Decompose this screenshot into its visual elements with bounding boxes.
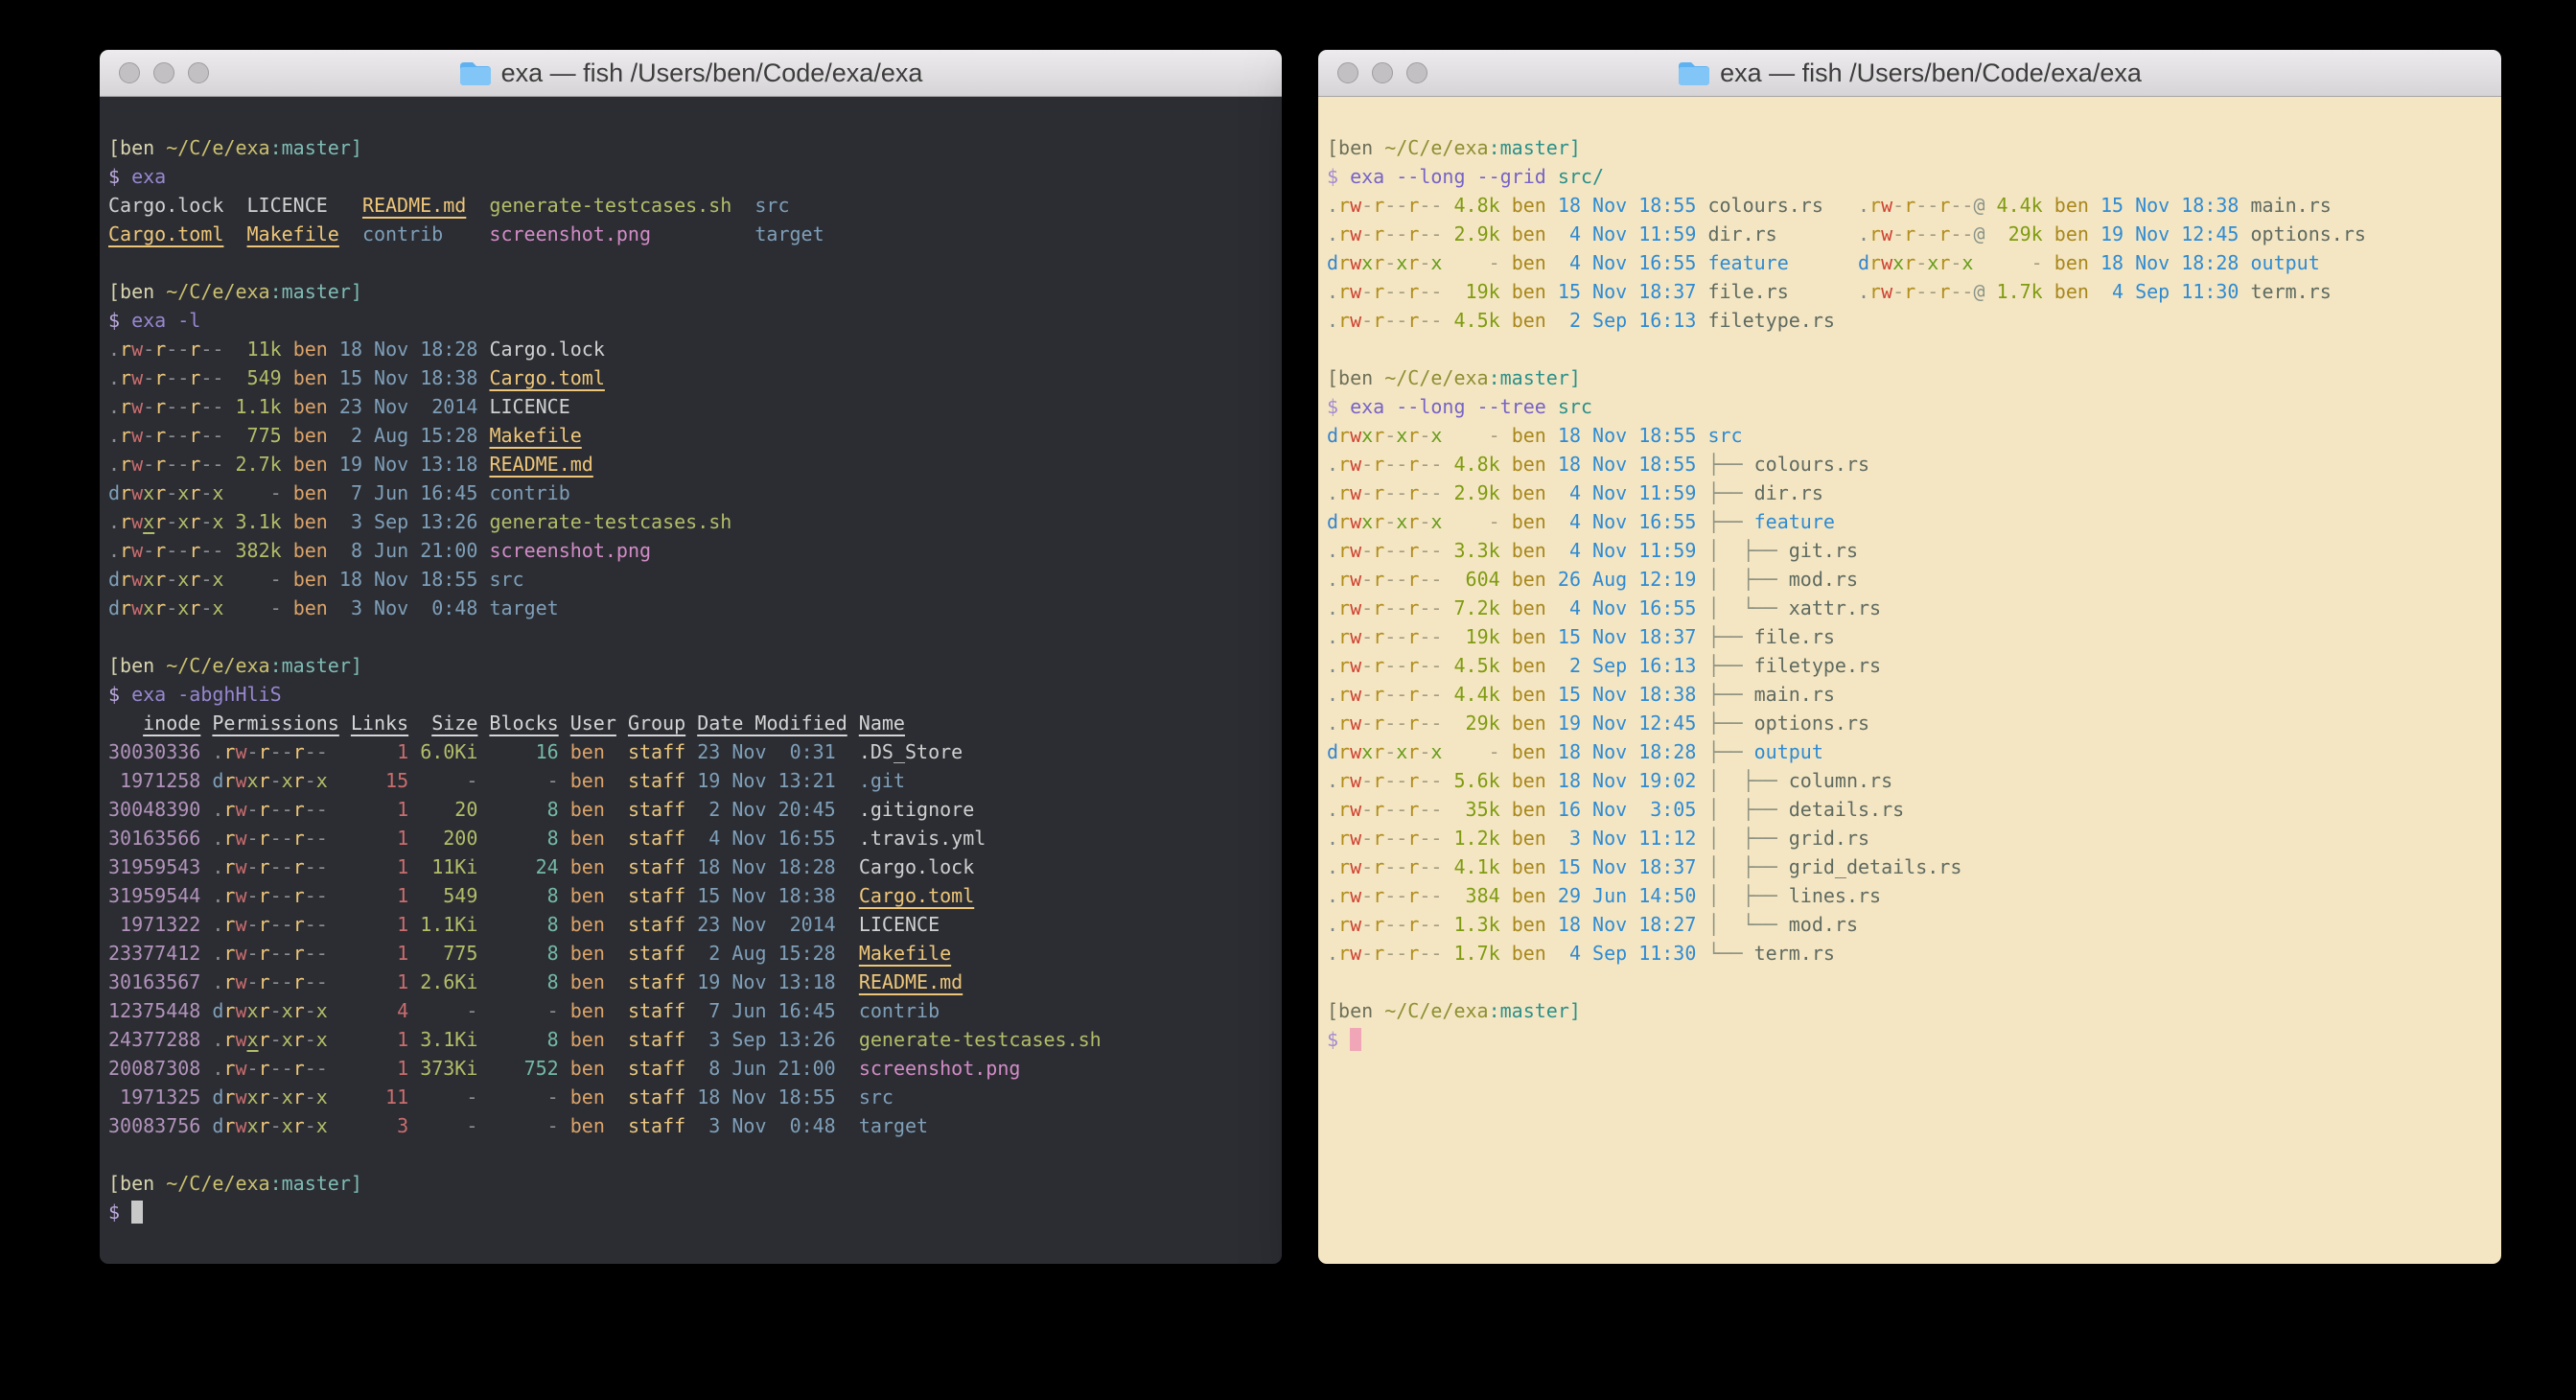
- folder-icon: [459, 60, 492, 86]
- terminal-line: .rw-r--r-- 549 ben 15 Nov 18:38 Cargo.to…: [108, 363, 1282, 392]
- terminal-line: [108, 622, 1282, 651]
- terminal-line: .rw-r--r-- 2.7k ben 19 Nov 13:18 README.…: [108, 450, 1282, 478]
- terminal-line: .rw-r--r-- 1.7k ben 4 Sep 11:30 └── term…: [1327, 939, 2501, 968]
- terminal-content-dark[interactable]: [ben ~/C/e/exa:master]$ exaCargo.lock LI…: [100, 97, 1282, 1264]
- terminal-line: .rw-r--r-- 4.8k ben 18 Nov 18:55 ├── col…: [1327, 450, 2501, 478]
- window-titlebar[interactable]: exa — fish /Users/ben/Code/exa/exa: [1318, 50, 2501, 97]
- terminal-line: [ben ~/C/e/exa:master]: [108, 133, 1282, 162]
- terminal-line: [ben ~/C/e/exa:master]: [1327, 133, 2501, 162]
- terminal-line: drwxr-xr-x - ben 4 Nov 16:55 feature drw…: [1327, 248, 2501, 277]
- terminal-line: [ben ~/C/e/exa:master]: [108, 277, 1282, 306]
- terminal-line: drwxr-xr-x - ben 3 Nov 0:48 target: [108, 594, 1282, 622]
- terminal-line: $ exa --long --tree src: [1327, 392, 2501, 421]
- zoom-button[interactable]: [188, 62, 209, 83]
- terminal-line: [ben ~/C/e/exa:master]: [108, 651, 1282, 680]
- terminal-line: 30030336 .rw-r--r-- 1 6.0Ki 16 ben staff…: [108, 737, 1282, 766]
- terminal-line: .rw-r--r-- 384 ben 29 Jun 14:50 │ ├── li…: [1327, 881, 2501, 910]
- terminal-line: 1971325 drwxr-xr-x 11 - - ben staff 18 N…: [108, 1083, 1282, 1111]
- terminal-line: .rw-r--r-- 4.5k ben 2 Sep 16:13 ├── file…: [1327, 651, 2501, 680]
- terminal-line: $: [108, 1198, 1282, 1226]
- terminal-line: .rw-r--r-- 604 ben 26 Aug 12:19 │ ├── mo…: [1327, 565, 2501, 594]
- terminal-line: $: [1327, 1025, 2501, 1054]
- terminal-line: .rw-r--r-- 1.2k ben 3 Nov 11:12 │ ├── gr…: [1327, 824, 2501, 852]
- minimize-button[interactable]: [153, 62, 174, 83]
- terminal-line: 23377412 .rw-r--r-- 1 775 8 ben staff 2 …: [108, 939, 1282, 968]
- terminal-line: .rw-r--r-- 2.9k ben 4 Nov 11:59 ├── dir.…: [1327, 478, 2501, 507]
- terminal-line: .rw-r--r-- 11k ben 18 Nov 18:28 Cargo.lo…: [108, 335, 1282, 363]
- terminal-line: [ben ~/C/e/exa:master]: [108, 1169, 1282, 1198]
- zoom-button[interactable]: [1406, 62, 1427, 83]
- close-button[interactable]: [1337, 62, 1358, 83]
- terminal-line: $ exa -abghHliS: [108, 680, 1282, 709]
- terminal-line: .rw-r--r-- 1.3k ben 18 Nov 18:27 │ └── m…: [1327, 910, 2501, 939]
- terminal-window-dark[interactable]: exa — fish /Users/ben/Code/exa/exa [ben …: [100, 50, 1282, 1264]
- terminal-line: [1327, 968, 2501, 996]
- terminal-line: 1971258 drwxr-xr-x 15 - - ben staff 19 N…: [108, 766, 1282, 795]
- terminal-line: .rw-r--r-- 19k ben 15 Nov 18:37 ├── file…: [1327, 622, 2501, 651]
- terminal-line: 20087308 .rw-r--r-- 1 373Ki 752 ben staf…: [108, 1054, 1282, 1083]
- terminal-line: 24377288 .rwxr-xr-x 1 3.1Ki 8 ben staff …: [108, 1025, 1282, 1054]
- terminal-line: $ exa -l: [108, 306, 1282, 335]
- terminal-cursor: [1350, 1028, 1361, 1051]
- terminal-line: .rwxr-xr-x 3.1k ben 3 Sep 13:26 generate…: [108, 507, 1282, 536]
- terminal-line: $ exa: [108, 162, 1282, 191]
- terminal-content-light[interactable]: [ben ~/C/e/exa:master]$ exa --long --gri…: [1318, 97, 2501, 1264]
- terminal-line: Cargo.lock LICENCE README.md generate-te…: [108, 191, 1282, 220]
- terminal-line: 31959544 .rw-r--r-- 1 549 8 ben staff 15…: [108, 881, 1282, 910]
- terminal-line: 30083756 drwxr-xr-x 3 - - ben staff 3 No…: [108, 1111, 1282, 1140]
- terminal-line: [108, 248, 1282, 277]
- terminal-line: .rw-r--r-- 35k ben 16 Nov 3:05 │ ├── det…: [1327, 795, 2501, 824]
- terminal-line: .rw-r--r-- 382k ben 8 Jun 21:00 screensh…: [108, 536, 1282, 565]
- terminal-line: drwxr-xr-x - ben 18 Nov 18:55 src: [1327, 421, 2501, 450]
- terminal-line: Cargo.toml Makefile contrib screenshot.p…: [108, 220, 1282, 248]
- terminal-line: .rw-r--r-- 29k ben 19 Nov 12:45 ├── opti…: [1327, 709, 2501, 737]
- terminal-line: [ben ~/C/e/exa:master]: [1327, 363, 2501, 392]
- terminal-line: 31959543 .rw-r--r-- 1 11Ki 24 ben staff …: [108, 852, 1282, 881]
- terminal-line: 1971322 .rw-r--r-- 1 1.1Ki 8 ben staff 2…: [108, 910, 1282, 939]
- terminal-line: 30163566 .rw-r--r-- 1 200 8 ben staff 4 …: [108, 824, 1282, 852]
- terminal-line: inode Permissions Links Size Blocks User…: [108, 709, 1282, 737]
- terminal-line: [ben ~/C/e/exa:master]: [1327, 996, 2501, 1025]
- terminal-line: .rw-r--r-- 4.4k ben 15 Nov 18:38 ├── mai…: [1327, 680, 2501, 709]
- terminal-line: [108, 1140, 1282, 1169]
- terminal-line: $ exa --long --grid src/: [1327, 162, 2501, 191]
- terminal-line: [1327, 335, 2501, 363]
- terminal-line: .rw-r--r-- 2.9k ben 4 Nov 11:59 dir.rs .…: [1327, 220, 2501, 248]
- terminal-line: .rw-r--r-- 7.2k ben 4 Nov 16:55 │ └── xa…: [1327, 594, 2501, 622]
- terminal-line: 12375448 drwxr-xr-x 4 - - ben staff 7 Ju…: [108, 996, 1282, 1025]
- terminal-line: 30163567 .rw-r--r-- 1 2.6Ki 8 ben staff …: [108, 968, 1282, 996]
- window-titlebar[interactable]: exa — fish /Users/ben/Code/exa/exa: [100, 50, 1282, 97]
- terminal-line: .rw-r--r-- 775 ben 2 Aug 15:28 Makefile: [108, 421, 1282, 450]
- window-title: exa — fish /Users/ben/Code/exa/exa: [501, 58, 923, 88]
- terminal-line: drwxr-xr-x - ben 4 Nov 16:55 ├── feature: [1327, 507, 2501, 536]
- traffic-lights: [119, 50, 209, 96]
- folder-icon: [1678, 60, 1710, 86]
- traffic-lights: [1337, 50, 1427, 96]
- terminal-cursor: [131, 1201, 143, 1224]
- terminal-line: 30048390 .rw-r--r-- 1 20 8 ben staff 2 N…: [108, 795, 1282, 824]
- desktop: { "desktop": {"background": "#000000"}, …: [0, 0, 2576, 1400]
- terminal-line: .rw-r--r-- 4.8k ben 18 Nov 18:55 colours…: [1327, 191, 2501, 220]
- terminal-line: .rw-r--r-- 3.3k ben 4 Nov 11:59 │ ├── gi…: [1327, 536, 2501, 565]
- window-title: exa — fish /Users/ben/Code/exa/exa: [1720, 58, 2142, 88]
- close-button[interactable]: [119, 62, 140, 83]
- terminal-line: .rw-r--r-- 19k ben 15 Nov 18:37 file.rs …: [1327, 277, 2501, 306]
- minimize-button[interactable]: [1372, 62, 1393, 83]
- terminal-line: .rw-r--r-- 4.1k ben 15 Nov 18:37 │ ├── g…: [1327, 852, 2501, 881]
- terminal-line: .rw-r--r-- 1.1k ben 23 Nov 2014 LICENCE: [108, 392, 1282, 421]
- terminal-line: drwxr-xr-x - ben 18 Nov 18:28 ├── output: [1327, 737, 2501, 766]
- terminal-line: drwxr-xr-x - ben 7 Jun 16:45 contrib: [108, 478, 1282, 507]
- terminal-window-light[interactable]: exa — fish /Users/ben/Code/exa/exa [ben …: [1318, 50, 2501, 1264]
- terminal-line: .rw-r--r-- 4.5k ben 2 Sep 16:13 filetype…: [1327, 306, 2501, 335]
- terminal-line: drwxr-xr-x - ben 18 Nov 18:55 src: [108, 565, 1282, 594]
- terminal-line: .rw-r--r-- 5.6k ben 18 Nov 19:02 │ ├── c…: [1327, 766, 2501, 795]
